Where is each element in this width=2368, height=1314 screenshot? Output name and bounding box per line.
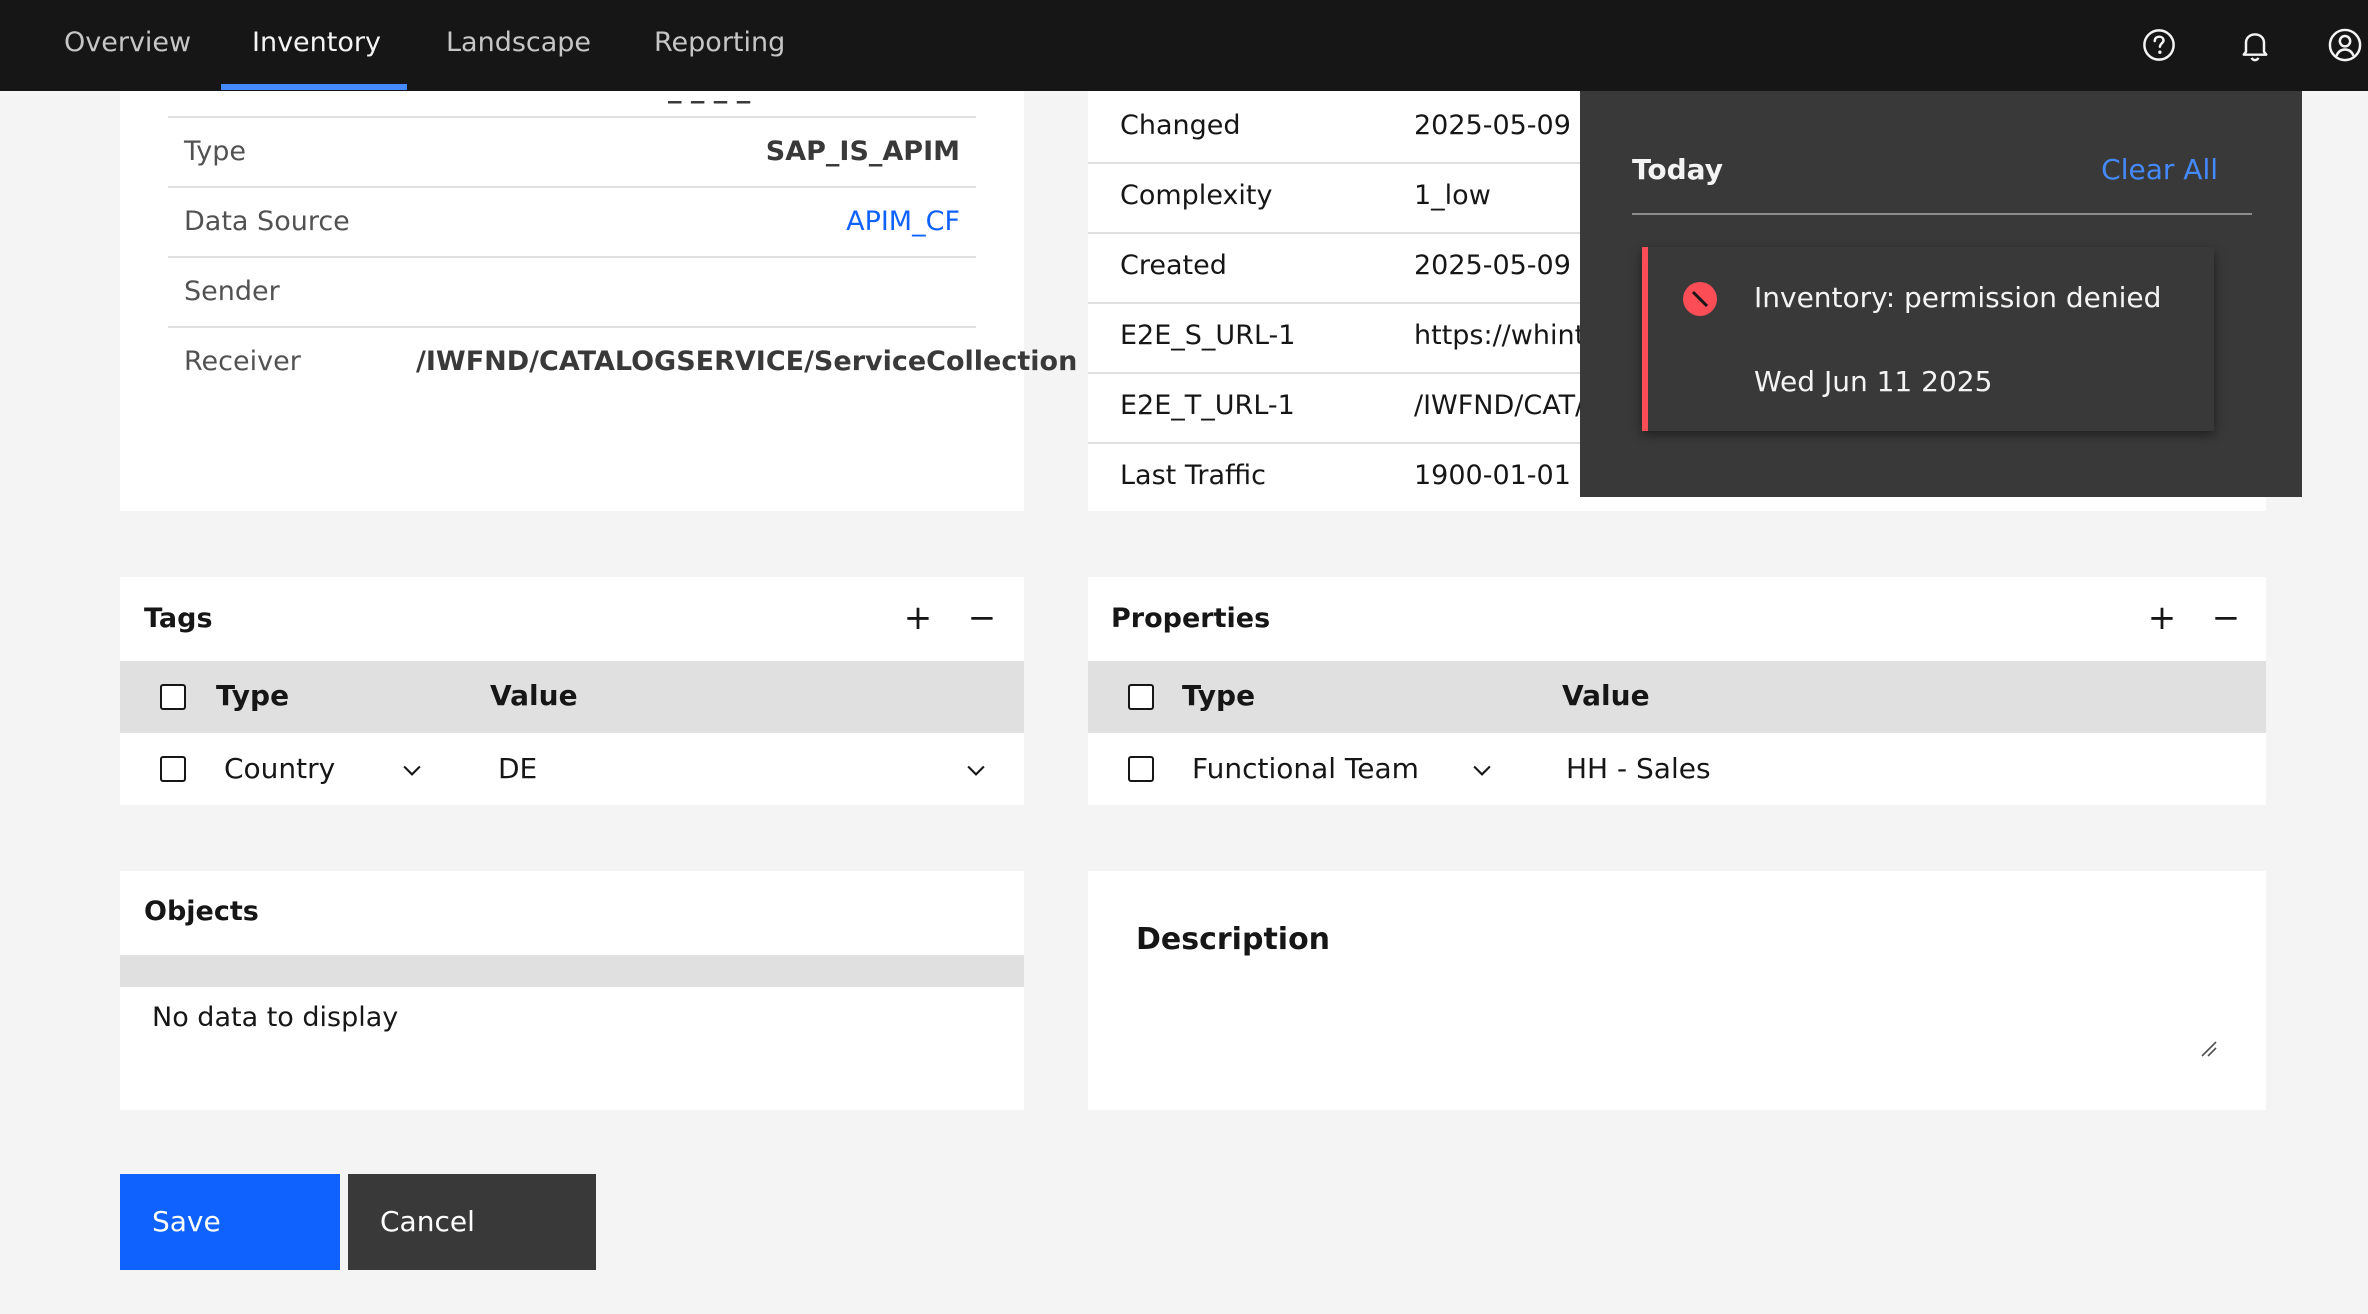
nav-landscape[interactable]: Landscape bbox=[446, 0, 591, 91]
chevron-down-icon[interactable] bbox=[962, 756, 990, 784]
objects-title: Objects bbox=[144, 896, 259, 927]
divider bbox=[1632, 213, 2252, 215]
top-navigation: Overview Inventory Landscape Reporting bbox=[0, 0, 2368, 91]
clipped-row: _ _ _ _ bbox=[168, 91, 976, 117]
tag-value-select[interactable]: DE bbox=[498, 752, 537, 785]
detail-key: Changed bbox=[1120, 110, 1241, 141]
detail-value: 2025-05-09 bbox=[1414, 110, 1571, 141]
notification-date: Wed Jun 11 2025 bbox=[1754, 365, 1993, 398]
tags-col-type: Type bbox=[216, 679, 290, 712]
detail-row-complexity: Complexity 1_low bbox=[1088, 164, 1588, 234]
nav-inventory[interactable]: Inventory bbox=[252, 0, 381, 91]
detail-value: 2025-05-09 bbox=[1414, 250, 1571, 281]
detail-row-e2e-s-url: E2E_S_URL-1 https://whint bbox=[1088, 304, 1588, 374]
remove-tag-button[interactable]: − bbox=[960, 597, 1004, 641]
properties-col-type: Type bbox=[1182, 679, 1256, 712]
detail-row-e2e-t-url: E2E_T_URL-1 /IWFND/CAT/ bbox=[1088, 374, 1588, 444]
add-property-button[interactable]: + bbox=[2140, 597, 2184, 641]
save-button[interactable]: Save bbox=[120, 1174, 340, 1270]
notification-item[interactable]: Inventory: permission denied Wed Jun 11 … bbox=[1642, 247, 2214, 431]
detail-key: Sender bbox=[184, 276, 280, 307]
detail-key: E2E_T_URL-1 bbox=[1120, 390, 1295, 421]
detail-row-last-traffic: Last Traffic 1900-01-01 bbox=[1088, 444, 1588, 514]
detail-value: /IWFND/CAT/ bbox=[1414, 390, 1585, 421]
description-card[interactable] bbox=[1088, 871, 2266, 1110]
properties-col-value: Value bbox=[1562, 679, 1650, 712]
property-type-select[interactable]: Functional Team bbox=[1192, 752, 1419, 785]
error-icon bbox=[1683, 282, 1717, 316]
cancel-button[interactable]: Cancel bbox=[348, 1174, 596, 1270]
properties-table-header: Type Value bbox=[1088, 661, 2266, 733]
properties-select-all-checkbox[interactable] bbox=[1128, 684, 1154, 710]
detail-row-sender: Sender bbox=[168, 256, 976, 326]
remove-property-button[interactable]: − bbox=[2204, 597, 2248, 641]
notification-panel: Today Clear All Inventory: permission de… bbox=[1580, 91, 2302, 497]
detail-value: 1_low bbox=[1414, 180, 1491, 211]
property-row-checkbox[interactable] bbox=[1128, 756, 1154, 782]
notification-bell-icon[interactable] bbox=[2228, 18, 2282, 72]
tag-row-checkbox[interactable] bbox=[160, 756, 186, 782]
textarea-resize-handle[interactable] bbox=[2200, 1040, 2218, 1058]
detail-key: Type bbox=[184, 136, 247, 167]
detail-key: Data Source bbox=[184, 206, 350, 237]
detail-value: SAP_IS_APIM bbox=[765, 136, 960, 167]
detail-key: Last Traffic bbox=[1120, 460, 1266, 491]
add-tag-button[interactable]: + bbox=[896, 597, 940, 641]
description-title: Description bbox=[1136, 922, 1331, 957]
chevron-down-icon[interactable] bbox=[398, 756, 426, 784]
objects-table-header bbox=[120, 955, 1024, 987]
user-avatar-icon[interactable] bbox=[2318, 18, 2368, 72]
tags-title: Tags bbox=[144, 603, 213, 634]
detail-key: E2E_S_URL-1 bbox=[1120, 320, 1296, 351]
properties-title: Properties bbox=[1111, 603, 1271, 634]
detail-value: 1900-01-01 bbox=[1414, 460, 1571, 491]
chevron-down-icon[interactable] bbox=[1468, 756, 1496, 784]
detail-value: /IWFND/CATALOGSERVICE/ServiceCollection bbox=[416, 346, 1078, 377]
detail-row-data-source: Data Source APIM_CF bbox=[168, 186, 976, 256]
clear-all-button[interactable]: Clear All bbox=[2101, 153, 2218, 186]
detail-key: Receiver bbox=[184, 346, 301, 377]
detail-row-receiver: Receiver /IWFND/CATALOGSERVICE/ServiceCo… bbox=[168, 326, 1077, 396]
tag-type-select[interactable]: Country bbox=[224, 752, 335, 785]
notification-group-heading: Today bbox=[1632, 153, 1723, 186]
nav-active-indicator bbox=[221, 84, 407, 90]
data-source-link[interactable]: APIM_CF bbox=[846, 206, 960, 237]
nav-overview[interactable]: Overview bbox=[64, 0, 191, 91]
detail-value: https://whint bbox=[1414, 320, 1586, 351]
detail-row-created: Created 2025-05-09 bbox=[1088, 234, 1588, 304]
tags-select-all-checkbox[interactable] bbox=[160, 684, 186, 710]
help-icon[interactable] bbox=[2132, 18, 2186, 72]
detail-key: Created bbox=[1120, 250, 1227, 281]
tags-col-value: Value bbox=[490, 679, 578, 712]
property-value-input[interactable]: HH - Sales bbox=[1566, 752, 1711, 785]
objects-empty-message: No data to display bbox=[152, 1002, 399, 1033]
tags-table-header: Type Value bbox=[120, 661, 1024, 733]
detail-key: Complexity bbox=[1120, 180, 1273, 211]
detail-row-type: Type SAP_IS_APIM bbox=[168, 116, 976, 186]
nav-reporting[interactable]: Reporting bbox=[654, 0, 785, 91]
notification-title: Inventory: permission denied bbox=[1754, 281, 2162, 314]
detail-row-changed: Changed 2025-05-09 bbox=[1088, 94, 1588, 164]
